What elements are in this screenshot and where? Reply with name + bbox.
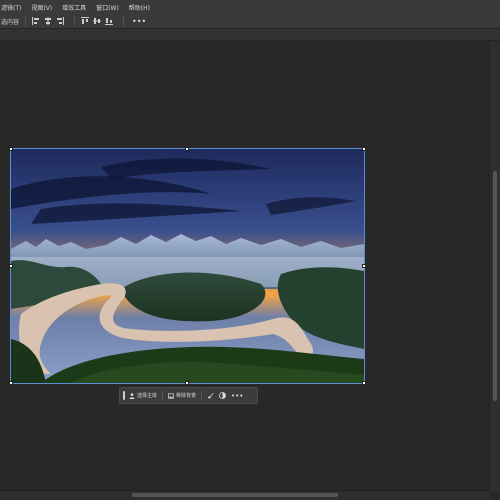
align-middle-icon[interactable] [93, 17, 102, 25]
menu-help[interactable]: 帮助(H) [124, 3, 155, 12]
divider [162, 391, 164, 400]
remove-background-button[interactable]: 移除背景 [168, 392, 196, 399]
transform-handle-bottom-right[interactable] [362, 381, 366, 385]
options-bar: 选内容 ••• [0, 14, 500, 29]
image-icon [168, 392, 175, 399]
adjustment-icon[interactable] [219, 392, 226, 399]
contextual-task-bar: 选择主体 移除背景 ••• [119, 387, 258, 404]
horizontal-scroll-thumb[interactable] [132, 493, 338, 497]
align-right-icon[interactable] [56, 17, 65, 25]
landscape-photo [11, 149, 364, 383]
menu-view[interactable]: 视图(V) [26, 3, 57, 12]
transform-handle-top-right[interactable] [362, 147, 366, 151]
taskbar-drag-handle[interactable] [123, 391, 125, 400]
divider [25, 16, 27, 26]
divider [201, 391, 203, 400]
menu-filter[interactable]: 滤镜(T) [0, 3, 26, 12]
transform-handle-bottom-left[interactable] [9, 381, 13, 385]
person-icon [129, 392, 135, 399]
transform-handle-mid-right[interactable] [362, 264, 366, 268]
photo-layer[interactable] [10, 148, 365, 384]
transform-handle-top-left[interactable] [9, 147, 13, 151]
vertical-scroll-thumb[interactable] [493, 171, 497, 401]
transform-handle-top-mid[interactable] [185, 147, 189, 151]
menu-bar: 滤镜(T) 视图(V) 增效工具 窗口(W) 帮助(H) [0, 0, 500, 15]
more-options-icon[interactable]: ••• [231, 392, 243, 400]
divider [74, 16, 76, 26]
horizontal-scrollbar[interactable] [0, 490, 490, 500]
transform-handle-mid-left[interactable] [9, 264, 13, 268]
align-left-icon[interactable] [32, 17, 40, 25]
vertical-scrollbar[interactable] [489, 41, 500, 491]
align-center-icon[interactable] [44, 17, 52, 25]
select-subject-button[interactable]: 选择主体 [129, 392, 157, 399]
align-bottom-icon[interactable] [105, 17, 114, 25]
menu-window[interactable]: 窗口(W) [91, 3, 124, 12]
remove-background-label: 移除背景 [176, 393, 197, 399]
align-top-icon[interactable] [81, 17, 90, 25]
divider [123, 16, 125, 26]
document-tab-strip [0, 29, 500, 41]
options-label[interactable]: 选内容 [1, 17, 19, 26]
transform-handle-bottom-mid[interactable] [185, 381, 189, 385]
select-subject-label: 选择主体 [137, 393, 158, 399]
more-options-icon[interactable]: ••• [132, 17, 146, 26]
menu-plugins[interactable]: 增效工具 [57, 3, 91, 12]
brush-icon[interactable] [207, 392, 214, 399]
